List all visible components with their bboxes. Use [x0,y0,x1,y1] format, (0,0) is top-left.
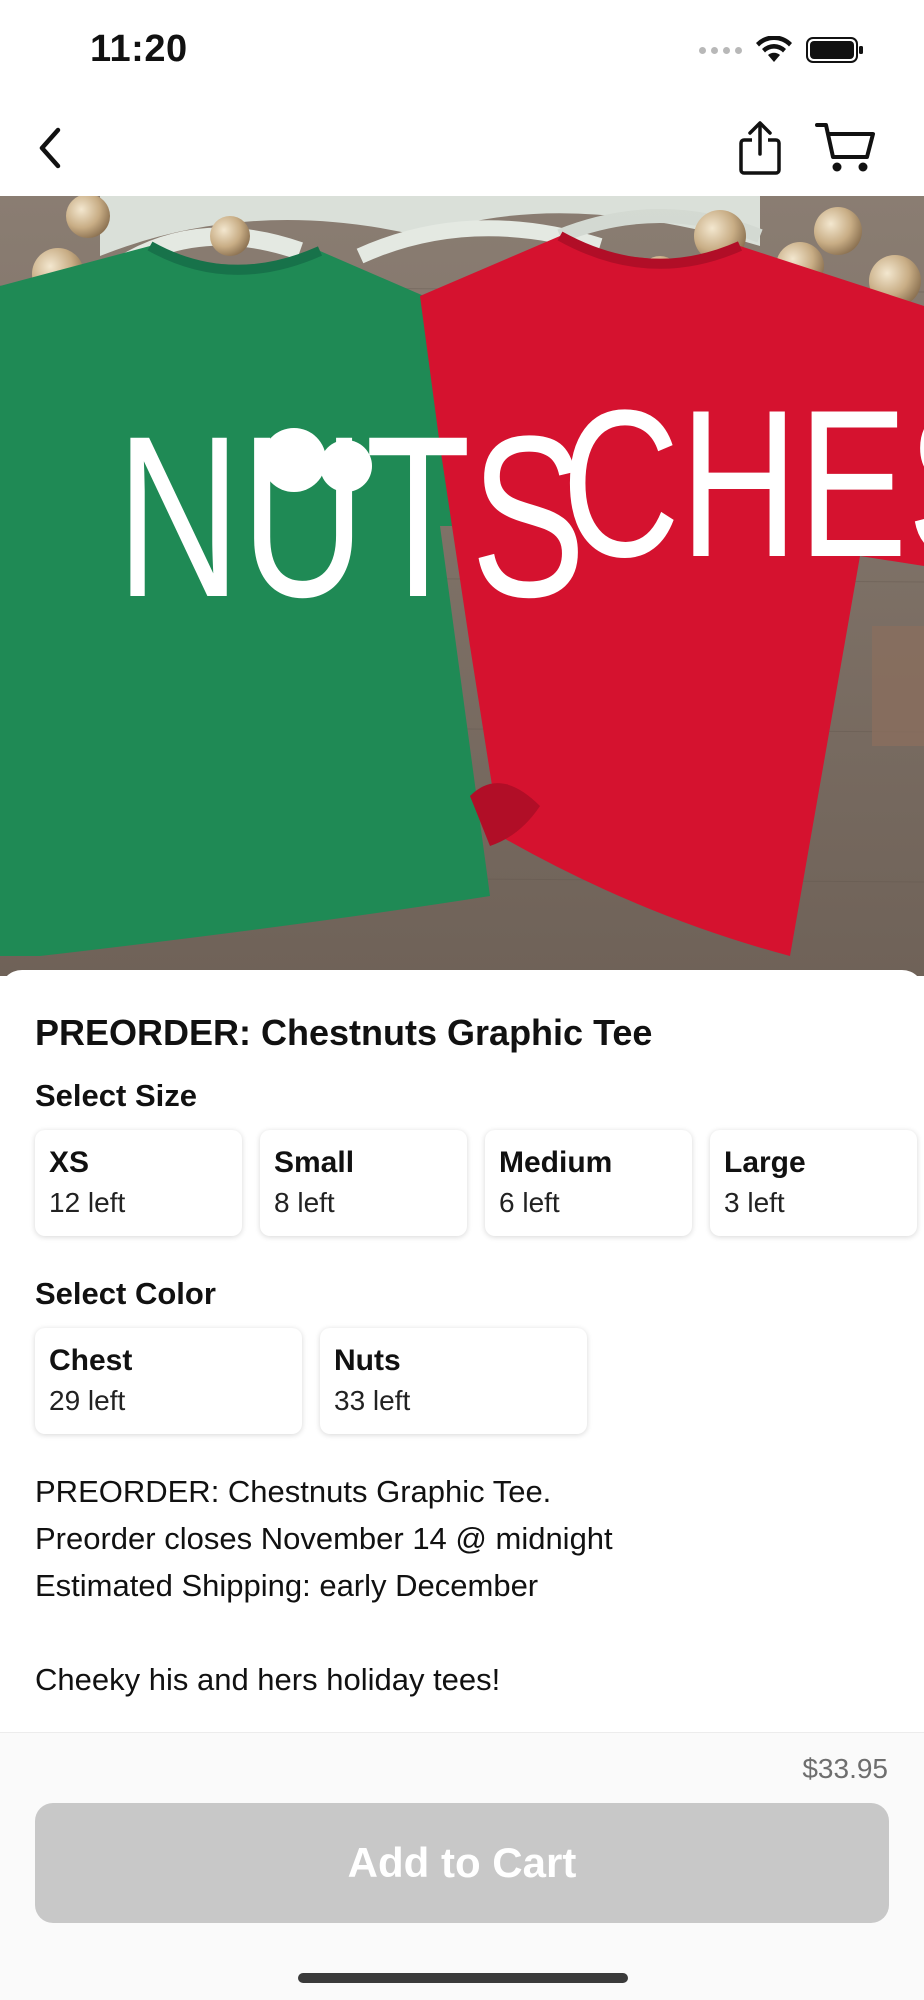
size-option-small[interactable]: Small 8 left [260,1130,467,1236]
product-photo: NUTS CHEST [0,196,924,976]
product-description: PREORDER: Chestnuts Graphic Tee. Preorde… [35,1468,895,1703]
status-bar: 11:20 [0,0,924,100]
price-label: $33.95 [802,1753,888,1784]
size-stock: 3 left [724,1187,785,1218]
share-button[interactable] [728,114,792,182]
size-option-xs[interactable]: XS 12 left [35,1130,242,1236]
color-options: Chest 29 left Nuts 33 left [35,1328,587,1434]
color-name: Chest [49,1344,133,1377]
battery-icon [806,37,863,63]
description-line: PREORDER: Chestnuts Graphic Tee. [35,1474,552,1509]
product-image: NUTS CHEST [0,196,924,976]
size-option-large[interactable]: Large 3 left [710,1130,917,1236]
size-option-medium[interactable]: Medium 6 left [485,1130,692,1236]
chevron-left-icon [39,127,61,169]
product-details: PREORDER: Chestnuts Graphic Tee Select S… [0,970,924,1740]
cart-icon [815,123,875,172]
size-name: Small [274,1146,355,1179]
size-stock: 6 left [499,1187,560,1218]
share-icon [739,121,781,175]
select-size-label: Select Size [35,1078,197,1113]
size-options: XS 12 left Small 8 left Medium 6 left La… [35,1130,917,1236]
description-line: Estimated Shipping: early December [35,1568,539,1603]
bottom-bar: $33.95 Add to Cart [0,1732,924,2000]
back-button[interactable] [20,118,80,178]
product-title: PREORDER: Chestnuts Graphic Tee [35,1012,653,1053]
wifi-icon [756,36,792,62]
green-shirt-print: NUTS [116,389,586,646]
select-color-label: Select Color [35,1276,216,1311]
color-stock: 29 left [49,1385,126,1416]
cellular-signal-icon [699,46,742,54]
red-shirt-print: CHEST [562,366,924,600]
size-name: XS [49,1146,90,1179]
color-stock: 33 left [334,1385,411,1416]
add-to-cart-button[interactable]: Add to Cart [35,1803,889,1923]
color-name: Nuts [334,1344,401,1377]
status-icons [699,36,864,64]
size-name: Large [724,1146,806,1179]
cart-button[interactable] [810,114,882,182]
description-line: Preorder closes November 14 @ midnight [35,1521,613,1556]
description-line [35,1609,895,1656]
description-line: Cheeky his and hers holiday tees! [35,1662,501,1697]
color-option-nuts[interactable]: Nuts 33 left [320,1328,587,1434]
size-name: Medium [499,1146,613,1179]
color-option-chest[interactable]: Chest 29 left [35,1328,302,1434]
size-stock: 8 left [274,1187,335,1218]
home-indicator[interactable] [298,1973,628,1983]
status-time: 11:20 [90,28,188,70]
nav-bar [0,100,924,196]
size-stock: 12 left [49,1187,126,1218]
